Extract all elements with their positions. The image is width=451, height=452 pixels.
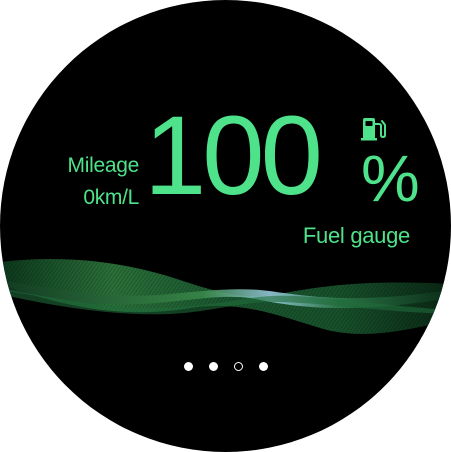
fuel-gauge-label: Fuel gauge [302,223,410,248]
page-dot-2[interactable] [208,362,218,371]
watch-face: Mileage 0km/L 100 % Fuel gauge [0,0,451,452]
mileage-label: Mileage [67,154,140,177]
page-indicator [0,360,451,374]
page-dot-1[interactable] [183,362,193,371]
page-dot-4[interactable] [258,362,268,371]
fuel-unit: % [361,141,420,215]
mileage-value: 0km/L [83,186,139,209]
fuel-wave-graphic [0,259,451,334]
page-dot-3[interactable] [233,362,243,371]
fuel-pump-icon [361,118,386,141]
fuel-level-value: 100 [144,93,323,218]
